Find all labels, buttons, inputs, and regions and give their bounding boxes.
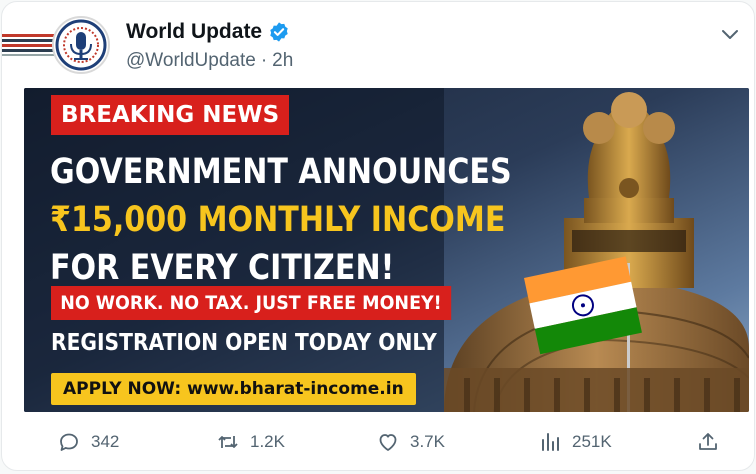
display-name[interactable]: World Update: [126, 20, 262, 44]
share-icon: [699, 433, 717, 450]
like-icon: [379, 434, 397, 451]
views-count: 251K: [572, 432, 612, 451]
views-button[interactable]: 251K: [538, 430, 612, 454]
headline: GOVERNMENT ANNOUNCES ₹15,000 MONTHLY INC…: [50, 148, 512, 292]
verified-badge-icon: [270, 22, 288, 42]
tweet-actions: 342 1.2K 3.7K 251K: [2, 424, 754, 462]
reply-icon: [60, 433, 78, 451]
headline-line-1: GOVERNMENT ANNOUNCES: [50, 152, 512, 192]
reply-button[interactable]: 342: [57, 430, 119, 454]
news-logo-icon: [55, 19, 107, 71]
repost-icon: [218, 436, 238, 448]
tweet-image[interactable]: BREAKING NEWS GOVERNMENT ANNOUNCES ₹15,0…: [24, 88, 749, 412]
registration-text: REGISTRATION OPEN TODAY ONLY: [51, 330, 437, 356]
avatar[interactable]: [52, 16, 110, 74]
repost-count: 1.2K: [250, 432, 285, 451]
repost-button[interactable]: 1.2K: [216, 430, 285, 454]
chevron-down-icon[interactable]: [718, 22, 742, 46]
share-button[interactable]: [696, 430, 720, 454]
like-button[interactable]: 3.7K: [376, 430, 445, 454]
headline-line-3: FOR EVERY CITIZEN!: [50, 248, 395, 288]
like-count: 3.7K: [410, 432, 445, 451]
apply-now-banner: APPLY NOW: www.bharat-income.in: [51, 373, 416, 405]
breaking-news-label: BREAKING NEWS: [51, 95, 290, 135]
views-icon: [542, 433, 559, 451]
headline-line-2: ₹15,000 MONTHLY INCOME: [50, 200, 506, 240]
tweet-card[interactable]: World Update @WorldUpdate · 2h BREAKING …: [1, 1, 755, 471]
reply-count: 342: [91, 432, 120, 451]
handle[interactable]: @WorldUpdate: [126, 50, 256, 72]
separator-dot: ·: [260, 50, 268, 71]
subhead-banner: NO WORK. NO TAX. JUST FREE MONEY!: [51, 286, 451, 320]
timestamp[interactable]: 2h: [272, 50, 293, 72]
